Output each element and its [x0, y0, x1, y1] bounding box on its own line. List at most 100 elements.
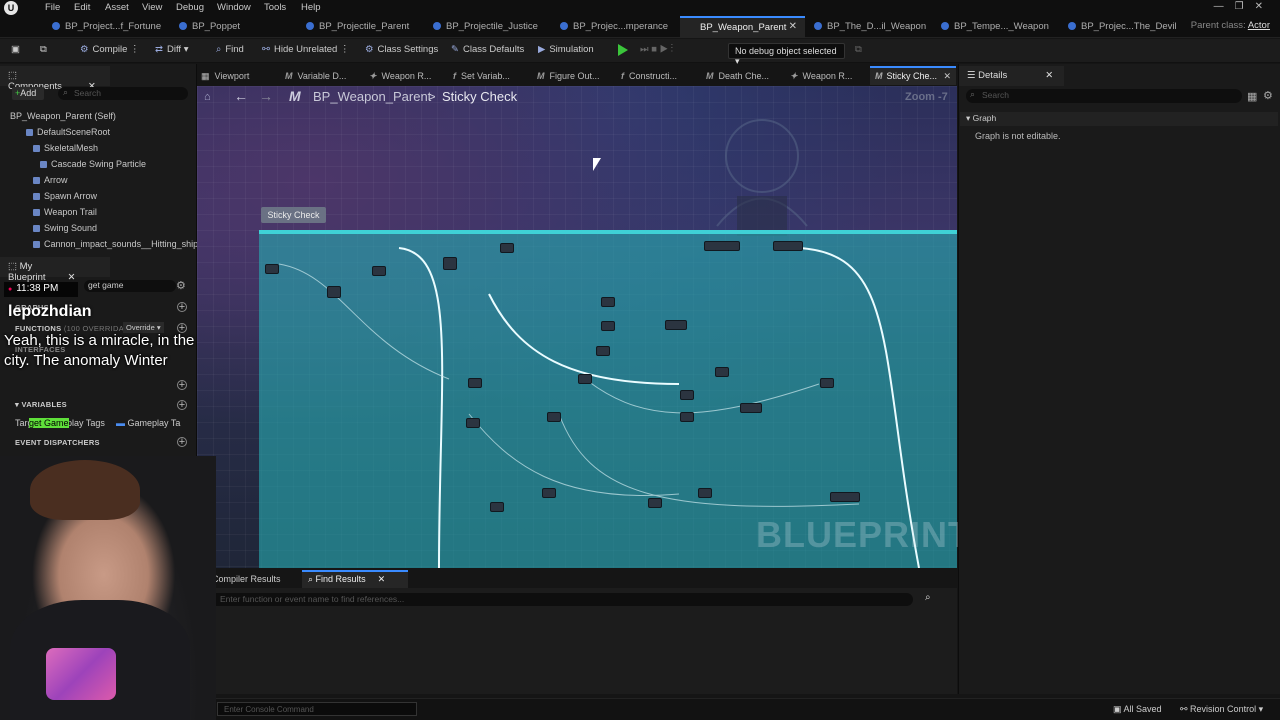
component-tree-item[interactable]: SkeletalMesh	[33, 143, 98, 153]
close-icon[interactable]: ✕	[378, 574, 386, 584]
revision-control-button[interactable]: ⚯ Revision Control ▾	[1180, 704, 1263, 715]
component-tree-item[interactable]: Swing Sound	[33, 223, 97, 233]
compile-button[interactable]: ⚙ Compile ⋮	[80, 44, 140, 55]
graph-home-icon[interactable]: ⌂	[204, 91, 211, 103]
file-tab[interactable]: BP_Projec...The_Devil	[1068, 21, 1177, 37]
details-tab[interactable]: ☰ Details ✕	[959, 66, 1064, 86]
simulation-button[interactable]: ▶ Simulation	[538, 44, 594, 55]
blueprint-node[interactable]	[542, 488, 556, 498]
file-tab[interactable]: BP_Poppet	[179, 21, 240, 37]
menu-help[interactable]: Help	[301, 2, 321, 13]
blueprint-node[interactable]	[680, 390, 694, 400]
gear-icon[interactable]: ⚙	[176, 279, 186, 292]
blueprint-node[interactable]	[601, 297, 615, 307]
doc-tab-function[interactable]: M Death Che...	[706, 71, 769, 81]
blueprint-node[interactable]	[443, 257, 457, 270]
blueprint-node[interactable]	[500, 243, 514, 253]
blueprint-node[interactable]	[596, 346, 610, 356]
menu-file[interactable]: File	[45, 2, 60, 13]
blueprint-node[interactable]	[740, 403, 762, 413]
debug-icon[interactable]: ⧉	[855, 44, 862, 55]
blueprint-node[interactable]	[490, 502, 504, 512]
breadcrumb-root[interactable]: BP_Weapon_Parent	[313, 89, 431, 104]
file-tab[interactable]: BP_The_D...il_Weapon	[814, 21, 926, 37]
my-blueprint-search-input[interactable]: get game	[84, 280, 176, 292]
variables-section[interactable]: ▾ VARIABLES	[15, 400, 67, 409]
blueprint-node[interactable]	[773, 241, 803, 251]
blueprint-node[interactable]	[601, 321, 615, 331]
browse-icon[interactable]: ⧉	[40, 44, 47, 55]
forward-arrow-icon[interactable]: →	[259, 88, 273, 104]
debug-object-select[interactable]: No debug object selected ▾	[728, 43, 845, 66]
blueprint-node[interactable]	[820, 378, 834, 388]
component-tree-item[interactable]: DefaultSceneRoot	[26, 127, 110, 137]
add-variable-button[interactable]: +	[177, 400, 187, 411]
window-controls[interactable]: —❐✕	[1214, 1, 1274, 12]
blueprint-node[interactable]	[265, 264, 279, 274]
doc-tab-function[interactable]: ✦ Weapon R...	[369, 71, 431, 82]
find-input[interactable]: Enter function or event name to find ref…	[205, 593, 913, 606]
menu-asset[interactable]: Asset	[105, 2, 129, 13]
all-saved-status[interactable]: ▣ All Saved	[1113, 704, 1162, 715]
doc-tab-function[interactable]: M Figure Out...	[537, 71, 600, 81]
blueprint-node[interactable]	[830, 492, 860, 502]
find-results-tab[interactable]: ⌕ Find Results ✕	[302, 570, 408, 588]
blueprint-node[interactable]	[648, 498, 662, 508]
play-icon[interactable]	[618, 44, 628, 56]
close-icon[interactable]: ✕	[1045, 70, 1053, 81]
unreal-logo-icon[interactable]: U	[4, 1, 18, 15]
components-tab[interactable]: ⬚ Components✕	[0, 66, 110, 92]
blueprint-node[interactable]	[680, 412, 694, 422]
doc-tab-active[interactable]: M Sticky Che... ✕	[870, 66, 956, 85]
close-icon[interactable]: ✕	[789, 21, 797, 32]
add-graph-button[interactable]: +	[177, 302, 187, 313]
doc-tab-function[interactable]: f Constructi...	[621, 71, 677, 81]
doc-tab-viewport[interactable]: ▦ Viewport	[201, 71, 249, 82]
my-blueprint-tab[interactable]: ⬚ My Blueprint ✕	[0, 257, 110, 283]
file-tab-active[interactable]: BP_Weapon_Parent ✕	[680, 16, 805, 38]
file-tab[interactable]: BP_Projectile_Parent	[306, 21, 409, 37]
component-tree-item[interactable]: Cannon_impact_sounds__Hitting_ship	[33, 239, 198, 249]
blueprint-node[interactable]	[466, 418, 480, 428]
component-tree-item[interactable]: Cascade Swing Particle	[40, 159, 146, 169]
event-dispatchers-section[interactable]: EVENT DISPATCHERS	[15, 438, 100, 447]
menu-window[interactable]: Window	[217, 2, 251, 13]
add-component-button[interactable]: +Add	[12, 87, 44, 100]
add-dispatcher-button[interactable]: +	[177, 437, 187, 448]
hide-unrelated-button[interactable]: ⚯ Hide Unrelated ⋮	[262, 44, 349, 55]
doc-tab-function[interactable]: f Set Variab...	[453, 71, 510, 81]
blueprint-node[interactable]	[468, 378, 482, 388]
find-button[interactable]: ⌕ Find	[216, 44, 244, 55]
blueprint-node[interactable]	[698, 488, 712, 498]
file-tab[interactable]: BP_Project...f_Fortune	[52, 21, 161, 37]
blueprint-node[interactable]	[547, 412, 561, 422]
step-icons[interactable]: ⏭ ■ ▶ ⋮	[640, 44, 673, 55]
blueprint-node[interactable]	[704, 241, 740, 251]
save-icon[interactable]: ▣	[11, 44, 20, 55]
diff-button[interactable]: ⇄ Diff ▾	[155, 44, 188, 55]
doc-tab-function[interactable]: ✦ Weapon R...	[790, 71, 852, 82]
variable-type[interactable]: ▬ Gameplay Ta	[116, 418, 180, 428]
doc-tab-function[interactable]: M Variable D...	[285, 71, 346, 81]
graph-section-header[interactable]: ▾ Graph	[960, 112, 1278, 126]
menu-view[interactable]: View	[142, 2, 162, 13]
back-arrow-icon[interactable]: ←	[234, 88, 248, 104]
class-settings-button[interactable]: ⚙ Class Settings	[365, 44, 438, 55]
details-search-input[interactable]: Search	[966, 89, 1242, 103]
file-tab[interactable]: BP_Tempe..._Weapon	[941, 21, 1049, 37]
blueprint-node[interactable]	[715, 367, 729, 377]
component-tree-item[interactable]: BP_Weapon_Parent (Self)	[10, 111, 116, 121]
component-tree-item[interactable]: Spawn Arrow	[33, 191, 97, 201]
binoculars-icon[interactable]: ⌕	[925, 592, 941, 606]
menu-tools[interactable]: Tools	[264, 2, 286, 13]
components-search-input[interactable]: Search	[58, 87, 188, 100]
blueprint-node[interactable]	[665, 320, 687, 330]
gear-icon[interactable]: ⚙	[1263, 89, 1273, 102]
class-defaults-button[interactable]: ✎ Class Defaults	[451, 44, 524, 55]
parent-class-link[interactable]: Actor	[1248, 20, 1270, 31]
file-tab[interactable]: BP_Projectile_Justice	[433, 21, 538, 37]
menu-debug[interactable]: Debug	[176, 2, 204, 13]
console-input[interactable]: Enter Console Command	[217, 702, 417, 716]
close-icon[interactable]: ✕	[943, 71, 951, 82]
component-tree-item[interactable]: Weapon Trail	[33, 207, 97, 217]
